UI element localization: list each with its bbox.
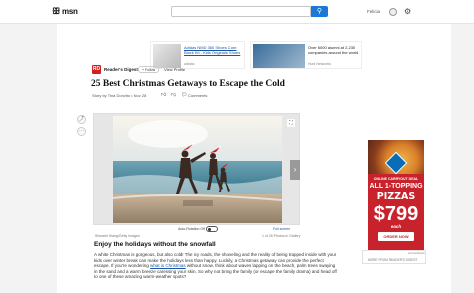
promo-source: adidas [184, 62, 195, 66]
full-screen-link[interactable]: Full screen [273, 227, 290, 231]
msn-logo[interactable]: ꕥ msn [52, 6, 78, 17]
ad-footer-text: MORE FROM READER'S DIGEST [368, 258, 418, 262]
dominos-ad[interactable]: ONLINE CARRYOUT DEAL ALL 1-TOPPING PIZZA… [368, 140, 424, 250]
auto-rotation-toggle[interactable] [206, 226, 218, 232]
promo-image [253, 44, 305, 68]
ad-pizzas-label: PIZZAS [376, 191, 416, 202]
search-input[interactable] [171, 6, 311, 17]
share-button[interactable]: ⤴ [77, 115, 86, 124]
article-body: A white Christmas is gorgeous, but also … [94, 252, 338, 280]
gallery-counter: 1 of 26 Photos in Gallery [262, 234, 301, 238]
article-byline: Story by Tina Donvito • Nov 28 [92, 93, 147, 98]
ad-feedback-link[interactable]: Ad feedback [408, 251, 425, 255]
thumbs-up-icon[interactable]: 👍︎ [161, 92, 166, 98]
publisher-name[interactable]: Reader's Digest [104, 67, 138, 72]
photo-gallery [93, 113, 300, 225]
gallery-photo[interactable] [113, 116, 282, 223]
search-icon: ⚲ [316, 8, 323, 15]
toggle-knob [208, 228, 211, 231]
top-bar: ꕥ msn ⚲ Felicia ⚙ [0, 0, 474, 24]
expand-icon[interactable]: ⛶ [287, 119, 295, 127]
ad-topping-label: ALL 1-TOPPING [369, 183, 423, 190]
next-slide-button[interactable]: › [290, 160, 300, 180]
photo-credit: Shmarle Klang/Getty Images [95, 234, 140, 238]
share-icon: ⤴ [78, 116, 84, 122]
promo-title[interactable]: Adidas NMD 360 Shoes Core Black Kit - Ki… [184, 45, 244, 55]
promo-title[interactable]: Over 6000 alumni at 2,230 companies arou… [308, 45, 362, 55]
logo-text: msn [62, 7, 78, 16]
auto-rotation-label: Auto-Rotation Off [178, 227, 205, 231]
chevron-right-icon: › [293, 165, 297, 174]
gear-icon[interactable]: ⚙ [404, 7, 411, 16]
more-icon: ⋯ [79, 128, 84, 134]
section-heading: Enjoy the holidays without the snowfall [94, 241, 216, 248]
article-title: 25 Best Christmas Getaways to Escape the… [91, 79, 285, 89]
ad-deal-label: ONLINE CARRYOUT DEAL [373, 177, 419, 181]
follow-button[interactable]: + Follow [138, 66, 160, 73]
publisher-logo[interactable]: RD [92, 65, 101, 74]
thumbs-down-icon[interactable]: 👎︎ [171, 92, 176, 98]
view-profile-link[interactable]: View Profile [164, 67, 185, 72]
search-button[interactable]: ⚲ [311, 6, 328, 17]
comment-icon[interactable]: 💬︎ [181, 92, 187, 98]
ad-price: $799 [373, 203, 419, 225]
promo-card-2[interactable]: Over 6000 alumni at 2,230 companies arou… [250, 41, 362, 69]
more-options-button[interactable]: ⋯ [77, 127, 86, 136]
promo-source: Hunt Networks [308, 62, 331, 66]
promo-image [153, 44, 181, 68]
order-now-button[interactable]: ORDER NOW [378, 232, 414, 241]
ad-each-label: each [390, 224, 402, 229]
christmas-link[interactable]: what is Christmas [150, 263, 186, 268]
user-name[interactable]: Felicia [367, 9, 380, 14]
promo-card-1[interactable]: Adidas NMD 360 Shoes Core Black Kit - Ki… [150, 41, 245, 69]
butterfly-icon: ꕥ [52, 6, 61, 16]
comments-link[interactable]: Comments [188, 93, 207, 98]
avatar[interactable] [389, 8, 397, 16]
